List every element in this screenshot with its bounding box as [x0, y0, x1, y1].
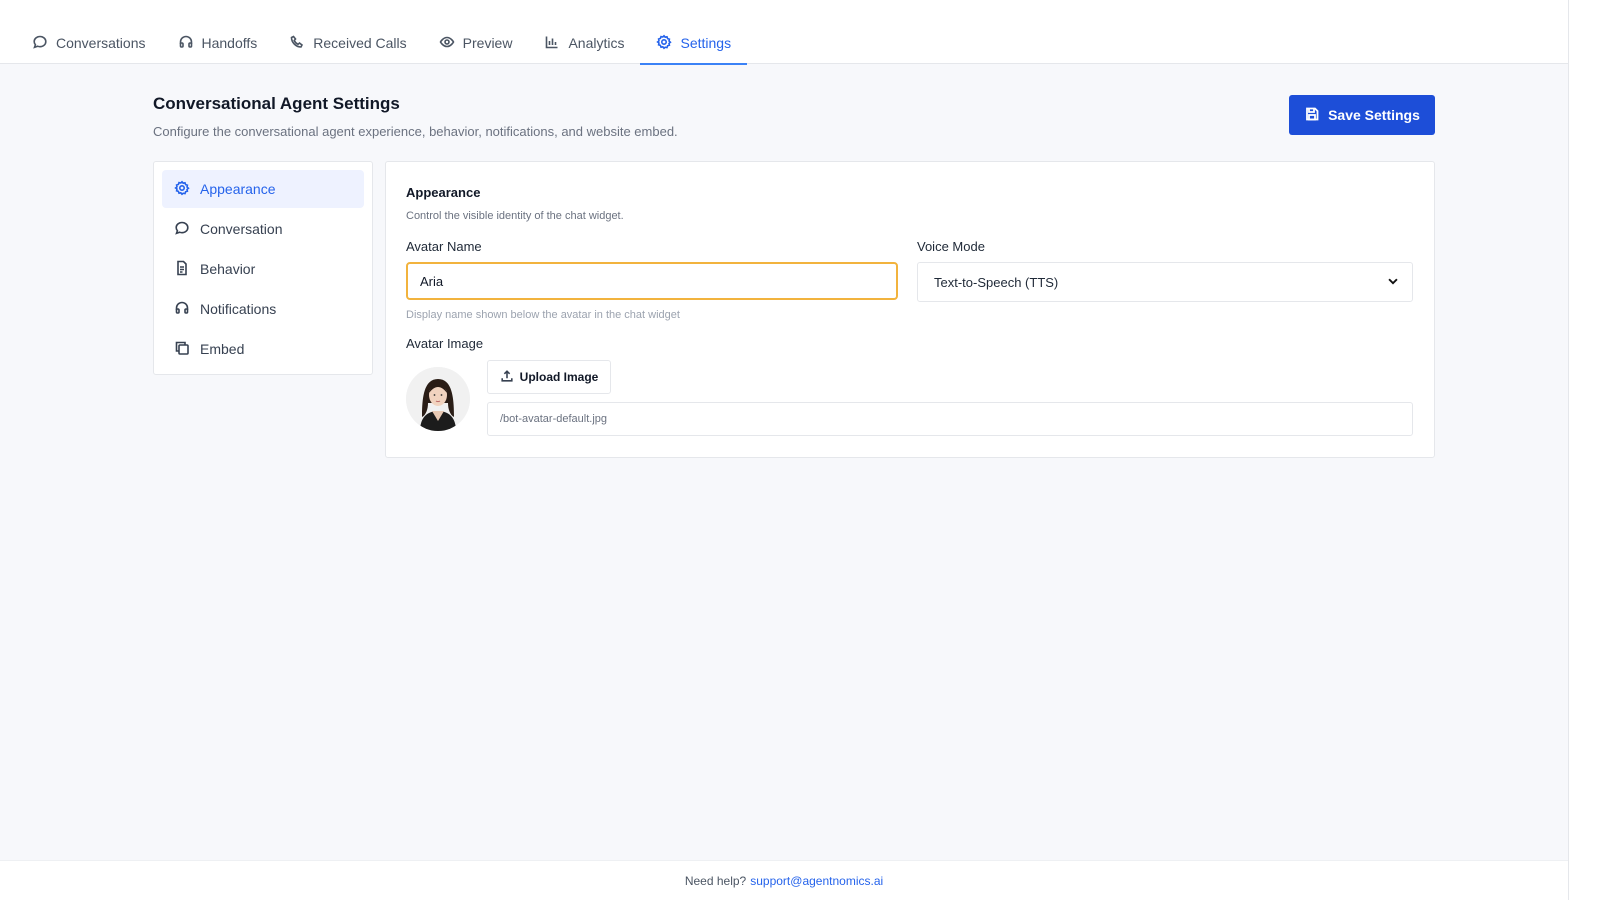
top-navigation-bar: Conversations Handoffs Received Calls Pr…	[0, 0, 1568, 65]
appearance-panel: Appearance Control the visible identity …	[385, 161, 1435, 458]
tab-label: Handoffs	[201, 35, 258, 51]
avatar-name-input[interactable]	[406, 262, 898, 300]
sidebar-item-label: Behavior	[200, 261, 256, 277]
tab-preview[interactable]: Preview	[423, 22, 529, 64]
avatar	[406, 367, 470, 431]
sidebar-item-label: Appearance	[200, 181, 276, 197]
page-subtitle: Configure the conversational agent exper…	[153, 124, 678, 139]
tab-settings[interactable]: Settings	[640, 22, 747, 65]
upload-image-button[interactable]: Upload Image	[487, 360, 611, 394]
sidebar-item-embed[interactable]: Embed	[162, 330, 364, 368]
chevron-down-icon	[1386, 274, 1400, 291]
avatar-portrait-icon	[406, 367, 470, 431]
save-button-label: Save Settings	[1328, 107, 1420, 123]
tab-handoffs[interactable]: Handoffs	[162, 22, 274, 64]
vertical-scrollbar[interactable]	[1568, 0, 1600, 900]
chat-bubble-icon	[32, 34, 48, 53]
sidebar-item-label: Conversation	[200, 221, 283, 237]
avatar-name-helper: Display name shown below the avatar in t…	[406, 309, 680, 321]
upload-icon	[500, 369, 514, 386]
tab-label: Analytics	[568, 35, 625, 51]
headphones-icon	[178, 34, 194, 53]
tab-label: Conversations	[56, 35, 146, 51]
gear-icon	[174, 180, 190, 199]
chat-bubble-icon	[174, 220, 190, 239]
page-title: Conversational Agent Settings	[153, 94, 400, 113]
sidebar-item-behavior[interactable]: Behavior	[162, 250, 364, 288]
footer-help-text: Need help?	[684, 873, 747, 888]
sidebar-item-appearance[interactable]: Appearance	[162, 170, 364, 208]
support-email-link[interactable]: support@agentnomics.ai	[750, 874, 883, 888]
tab-conversations[interactable]: Conversations	[16, 22, 162, 64]
copy-icon	[174, 340, 190, 359]
save-settings-button[interactable]: Save Settings	[1289, 95, 1435, 135]
avatar-path-input[interactable]	[487, 402, 1413, 436]
tab-label: Received Calls	[313, 35, 407, 51]
section-subtitle: Control the visible identity of the chat…	[406, 210, 624, 222]
phone-icon	[289, 34, 305, 53]
tab-received-calls[interactable]: Received Calls	[273, 22, 422, 64]
sidebar-item-label: Embed	[200, 341, 245, 357]
avatar-image-label: Avatar Image	[406, 336, 484, 351]
document-icon	[174, 260, 190, 279]
tab-label: Settings	[680, 35, 732, 51]
voice-mode-value: Text-to-Speech (TTS)	[934, 274, 1059, 290]
upload-button-label: Upload Image	[519, 370, 599, 384]
tab-label: Preview	[462, 35, 513, 51]
tab-bar: Conversations Handoffs Received Calls Pr…	[16, 22, 747, 65]
save-icon	[1304, 106, 1320, 125]
section-title: Appearance	[406, 185, 481, 200]
sidebar-item-conversation[interactable]: Conversation	[162, 210, 364, 248]
bar-chart-icon	[544, 34, 560, 53]
sidebar-item-label: Notifications	[200, 301, 277, 317]
tab-analytics[interactable]: Analytics	[528, 22, 640, 64]
sidebar-item-notifications[interactable]: Notifications	[162, 290, 364, 328]
eye-icon	[439, 34, 455, 53]
avatar-name-label: Avatar Name	[406, 239, 482, 254]
settings-sidebar: Appearance Conversation Behavior Notific…	[153, 161, 373, 375]
gear-icon	[656, 34, 673, 53]
voice-mode-select[interactable]: Text-to-Speech (TTS)	[917, 262, 1413, 302]
voice-mode-label: Voice Mode	[917, 239, 985, 254]
headphones-icon	[174, 300, 190, 319]
footer: Need help? support@agentnomics.ai	[0, 860, 1568, 900]
